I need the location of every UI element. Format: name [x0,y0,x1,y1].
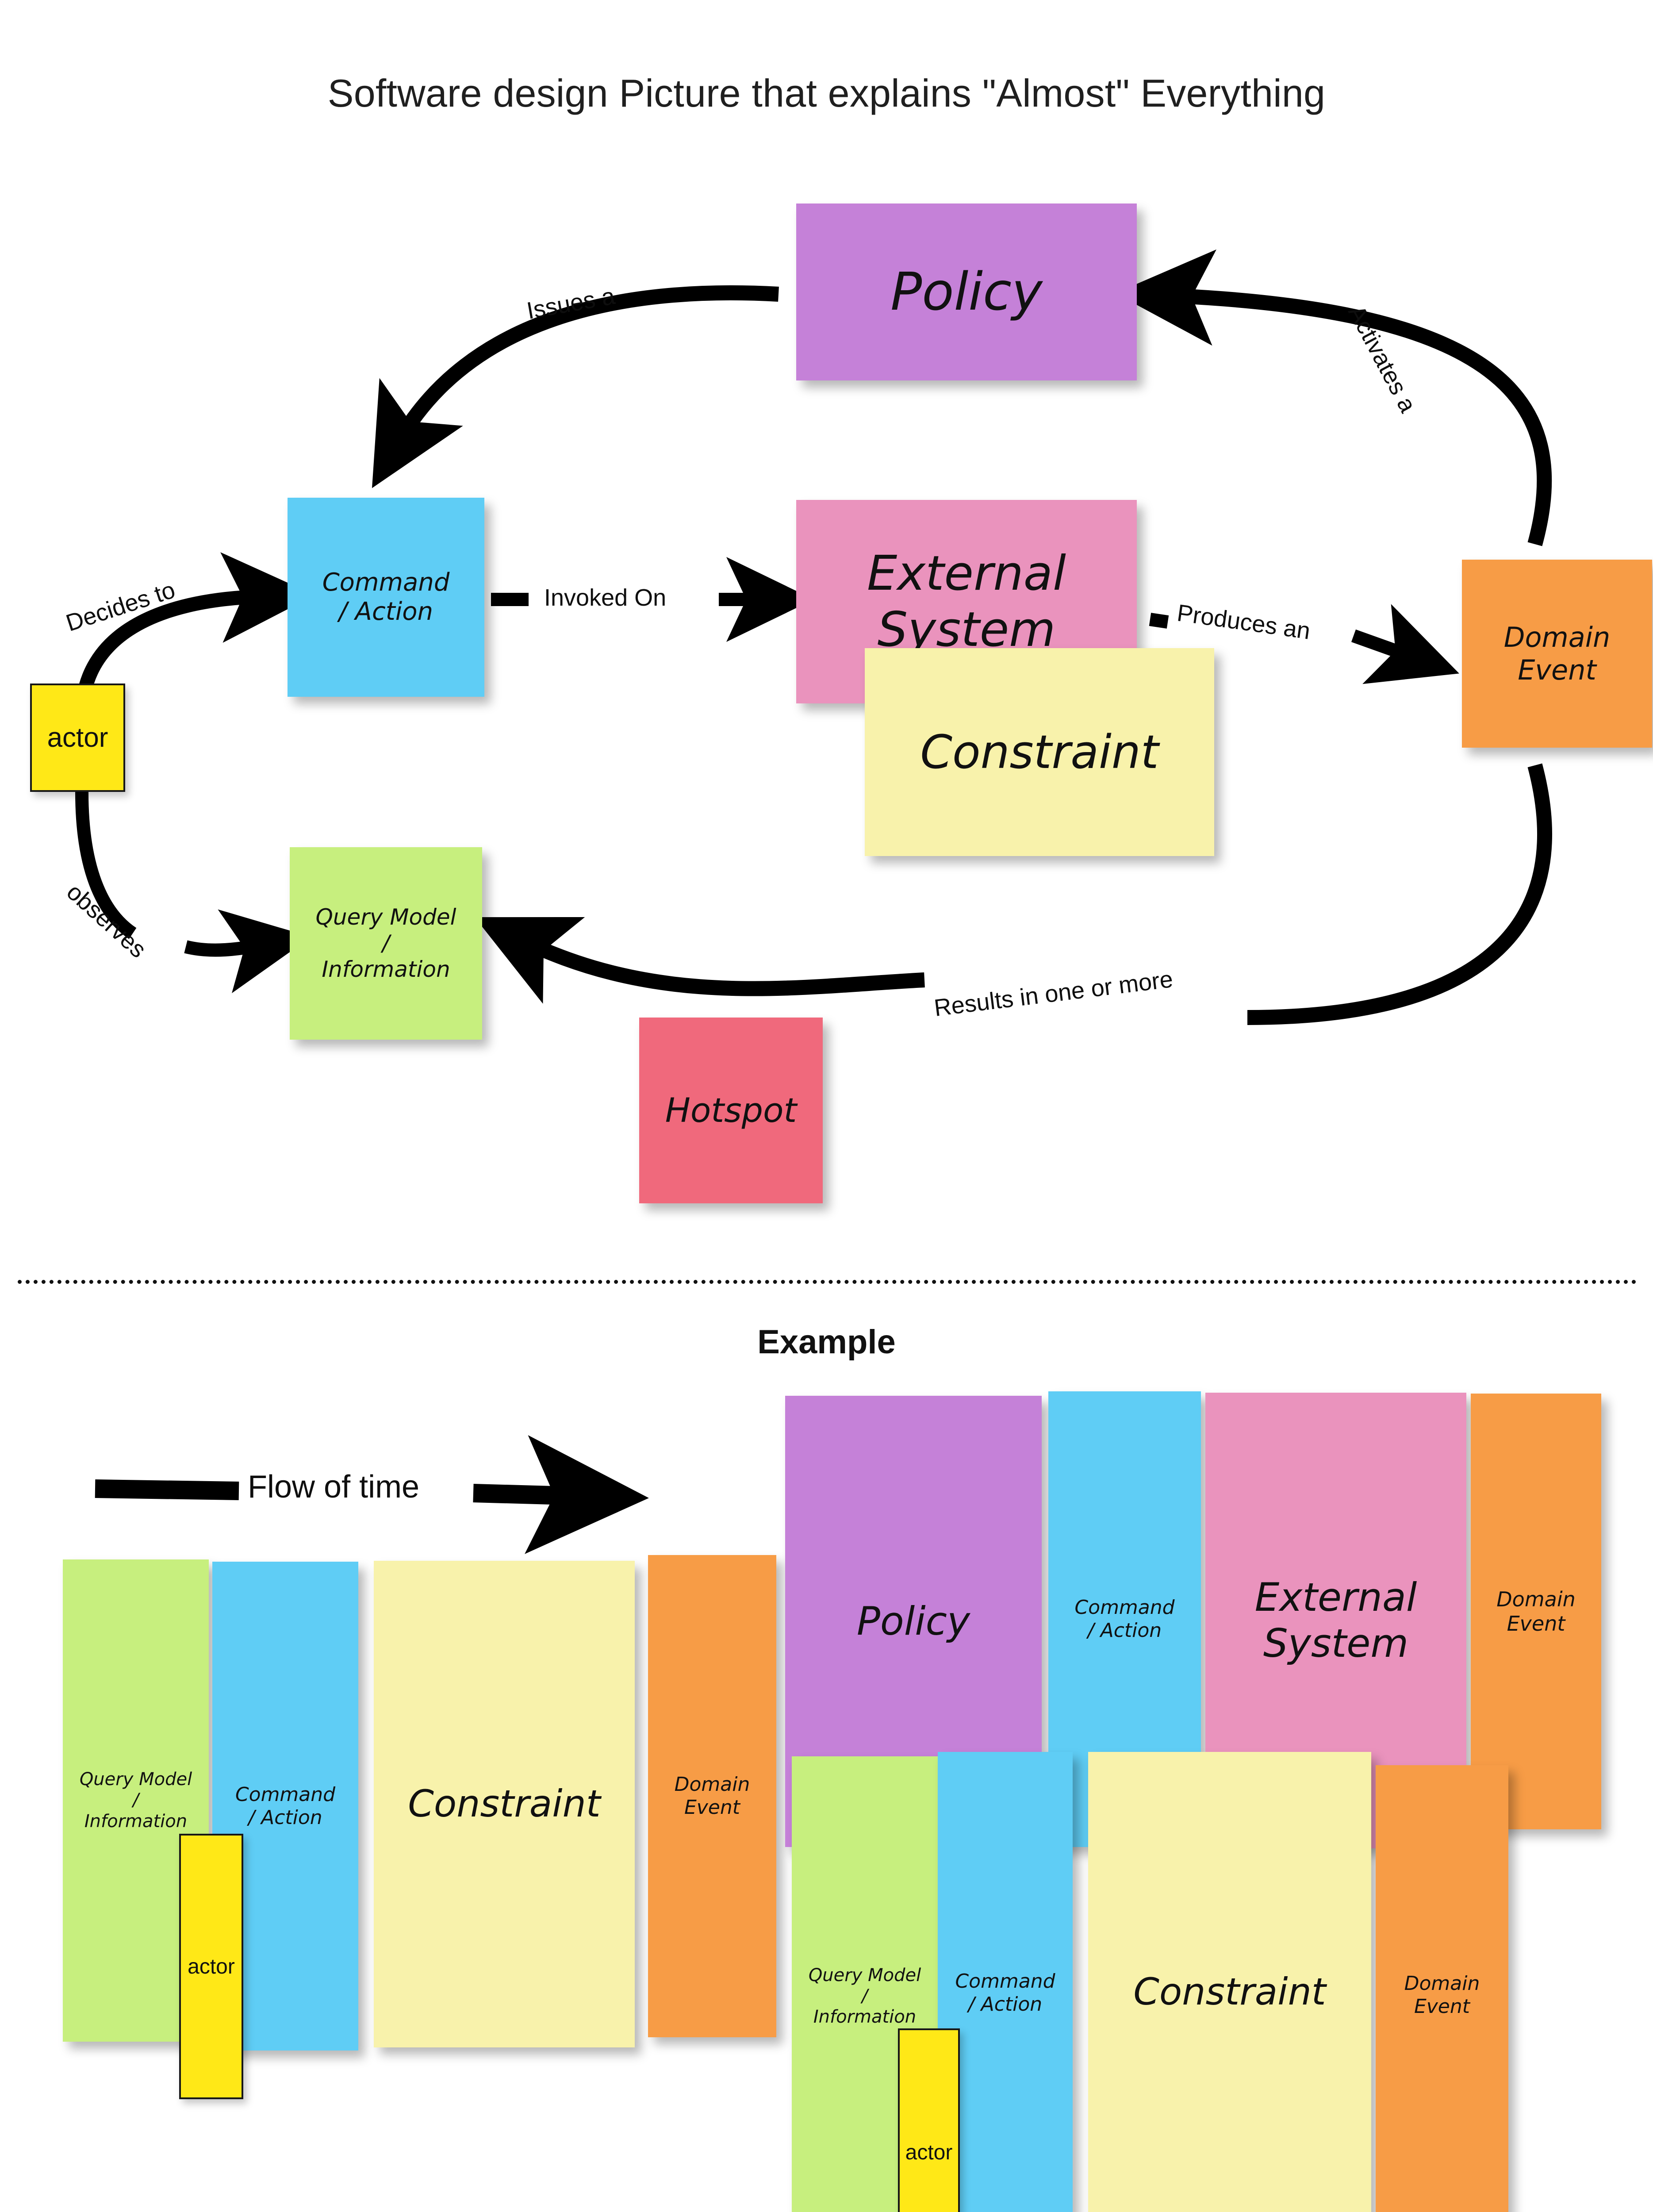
example-row1-actor[interactable]: actor [179,1834,243,2099]
example-row3-actor-label: actor [905,2140,953,2164]
edge-label-results-in: Results in one or more [932,966,1174,1022]
note-hotspot-label: Hotspot [665,1091,797,1130]
example-row2-external-system-label: External System [1254,1575,1417,1666]
arrow-results-in [1247,763,1552,1025]
example-row3-query-model-label: Query Model / Information [808,1965,921,2028]
note-command-action-label: Command / Action [322,568,450,626]
edge-label-produces-an: Produces an [1175,599,1312,645]
arrow-issues-a [372,285,779,488]
page-title: Software design Picture that explains "A… [327,71,1326,115]
example-row1-actor-label: actor [188,1955,235,1978]
note-constraint[interactable]: Constraint [865,648,1214,856]
note-query-model[interactable]: Query Model / Information [290,847,482,1040]
example-row2-domain-event-label: Domain Event [1496,1587,1576,1636]
example-row2-domain-event[interactable]: Domain Event [1471,1394,1601,1829]
example-row3-actor[interactable]: actor [898,2028,960,2212]
example-row2-command-action-label: Command / Action [1074,1596,1175,1642]
note-query-model-label: Query Model / Information [315,904,456,982]
edge-label-invoked-on: Invoked On [544,584,667,611]
edge-label-issues-a: Issues a [525,282,617,325]
example-row1-query-model-label: Query Model / Information [79,1769,192,1832]
note-hotspot[interactable]: Hotspot [639,1018,823,1203]
flow-of-time-label: Flow of time [248,1469,420,1505]
arrow-flow-of-time [95,1479,239,1500]
example-heading: Example [757,1323,896,1361]
example-row1-constraint-label: Constraint [408,1782,601,1826]
note-policy-label: Policy [890,261,1043,323]
section-divider [18,1280,1637,1284]
example-row2-policy-label: Policy [856,1598,970,1644]
arrow-flow-of-time-head [473,1435,649,1554]
note-constraint-label: Constraint [920,725,1159,779]
example-row3-domain-event[interactable]: Domain Event [1376,1765,1508,2212]
example-row3-command-action-label: Command / Action [955,1970,1055,2016]
arrow-observes-head [184,909,311,993]
example-row3-constraint-label: Constraint [1133,1970,1326,2013]
example-row1-domain-event[interactable]: Domain Event [648,1555,776,2037]
edge-label-activates-a: Activates a [1343,301,1422,417]
note-actor-label: actor [47,722,108,753]
example-row1-domain-event-label: Domain Event [674,1773,750,1819]
arrow-produces-an [1149,613,1169,629]
example-row3-domain-event-label: Domain Event [1404,1972,1480,2018]
note-command-action[interactable]: Command / Action [288,498,484,697]
arrow-results-in-head [474,917,925,1004]
diagram-canvas: Software design Picture that explains "A… [0,0,1653,2212]
example-row3-constraint[interactable]: Constraint [1088,1752,1371,2212]
arrow-produces-an-head [1351,604,1459,684]
edge-label-observes: observes [61,878,152,963]
note-external-system-label: External System [867,545,1066,657]
example-row1-command-action-label: Command / Action [235,1783,336,1829]
edge-label-decides-to: Decides to [62,576,179,637]
example-row1-constraint[interactable]: Constraint [374,1561,635,2047]
note-domain-event[interactable]: Domain Event [1462,560,1652,748]
note-domain-event-label: Domain Event [1503,621,1611,686]
note-policy[interactable]: Policy [796,204,1137,380]
note-actor[interactable]: actor [30,684,125,792]
